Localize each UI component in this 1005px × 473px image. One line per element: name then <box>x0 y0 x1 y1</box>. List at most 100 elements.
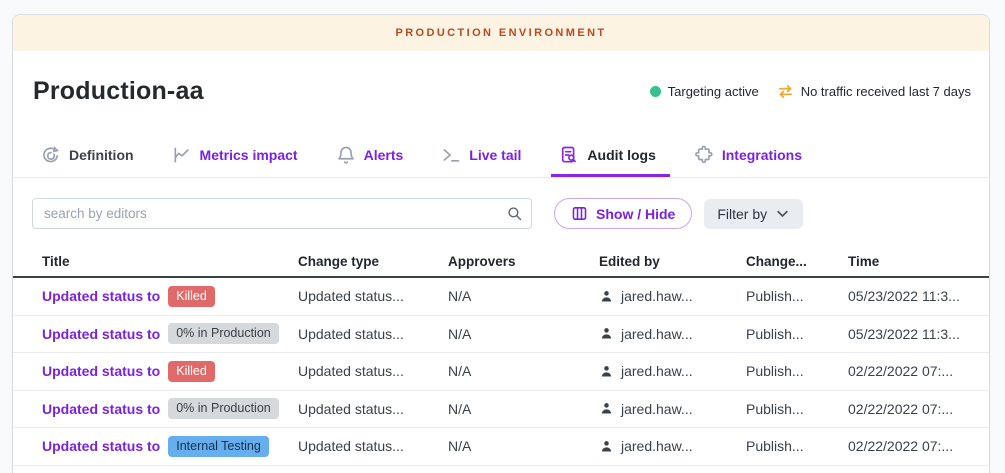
traffic-status-label: No traffic received last 7 days <box>801 84 971 99</box>
tab-bar: Definition Metrics impact Alerts Live ta… <box>13 132 989 178</box>
show-hide-columns-button[interactable]: Show / Hide <box>554 198 692 229</box>
tab-label: Definition <box>69 147 134 163</box>
title-cell: Updated status to Killed <box>42 361 298 382</box>
column-header-change-type: Change type <box>298 254 448 269</box>
status-badge: 0% in Production <box>168 398 279 419</box>
approvers-cell: N/A <box>448 363 599 379</box>
editor-name: jared.haw... <box>621 288 693 304</box>
audit-entry-link[interactable]: Updated status to <box>42 401 160 417</box>
environment-header: Production-aa Targeting active No traffi… <box>13 51 989 132</box>
audit-table-body: Updated status to Killed Updated status.… <box>13 278 989 466</box>
editor-name: jared.haw... <box>621 438 693 454</box>
editor-name: jared.haw... <box>621 363 693 379</box>
title-cell: Updated status to Internal Testing <box>42 436 298 457</box>
traffic-arrows-icon <box>777 83 794 100</box>
search-field-wrapper <box>32 198 532 229</box>
production-environment-banner: PRODUCTION ENVIRONMENT <box>13 15 989 51</box>
audit-entry-link[interactable]: Updated status to <box>42 363 160 379</box>
columns-icon <box>571 205 588 222</box>
table-row: Updated status to Killed Updated status.… <box>13 278 989 316</box>
person-icon <box>599 326 614 341</box>
targeting-active-dot-icon <box>650 86 661 97</box>
tab-alerts[interactable]: Alerts <box>336 132 404 177</box>
change-type-cell: Updated status... <box>298 363 448 379</box>
change-cell: Publish... <box>746 363 848 379</box>
editor-name: jared.haw... <box>621 401 693 417</box>
tab-label: Integrations <box>722 147 802 163</box>
search-input[interactable] <box>32 198 532 229</box>
column-header-change: Change... <box>746 254 848 269</box>
status-badge: Internal Testing <box>168 436 269 457</box>
audit-entry-link[interactable]: Updated status to <box>42 326 160 342</box>
metrics-chart-icon <box>172 145 192 165</box>
terminal-icon <box>441 145 461 165</box>
edited-by-cell: jared.haw... <box>599 288 746 304</box>
column-header-title: Title <box>42 254 298 269</box>
status-badge: 0% in Production <box>168 323 279 344</box>
editor-name: jared.haw... <box>621 326 693 342</box>
change-cell: Publish... <box>746 401 848 417</box>
toolbar: Show / Hide Filter by <box>32 198 971 229</box>
title-cell: Updated status to 0% in Production <box>42 398 298 419</box>
tab-label: Metrics impact <box>200 147 298 163</box>
column-header-edited-by: Edited by <box>599 254 746 269</box>
edited-by-cell: jared.haw... <box>599 401 746 417</box>
targeting-status: Targeting active <box>650 84 759 99</box>
column-header-approvers: Approvers <box>448 254 599 269</box>
tab-live-tail[interactable]: Live tail <box>441 132 521 177</box>
status-badge: Killed <box>168 361 215 382</box>
time-cell: 05/23/2022 11:3... <box>848 288 989 304</box>
audit-log-table: Title Change type Approvers Edited by Ch… <box>13 246 989 466</box>
status-indicators: Targeting active No traffic received las… <box>650 83 971 100</box>
bell-icon <box>336 145 356 165</box>
change-type-cell: Updated status... <box>298 401 448 417</box>
edited-by-cell: jared.haw... <box>599 326 746 342</box>
person-icon <box>599 401 614 416</box>
audit-log-document-icon <box>559 145 579 165</box>
tab-label: Live tail <box>469 147 521 163</box>
change-type-cell: Updated status... <box>298 326 448 342</box>
table-header-row: Title Change type Approvers Edited by Ch… <box>13 246 989 278</box>
show-hide-label: Show / Hide <box>596 206 675 222</box>
tab-integrations[interactable]: Integrations <box>694 132 802 177</box>
approvers-cell: N/A <box>448 288 599 304</box>
audit-entry-link[interactable]: Updated status to <box>42 288 160 304</box>
environment-card: PRODUCTION ENVIRONMENT Production-aa Tar… <box>12 14 990 473</box>
title-cell: Updated status to 0% in Production <box>42 323 298 344</box>
edited-by-cell: jared.haw... <box>599 363 746 379</box>
status-badge: Killed <box>168 286 215 307</box>
column-header-time: Time <box>848 254 989 269</box>
tab-label: Audit logs <box>587 147 655 163</box>
table-row: Updated status to 0% in Production Updat… <box>13 391 989 429</box>
approvers-cell: N/A <box>448 326 599 342</box>
approvers-cell: N/A <box>448 438 599 454</box>
table-row: Updated status to Killed Updated status.… <box>13 353 989 391</box>
time-cell: 02/22/2022 07:... <box>848 401 989 417</box>
filter-by-button[interactable]: Filter by <box>704 199 803 229</box>
tab-label: Alerts <box>364 147 404 163</box>
table-row: Updated status to Internal Testing Updat… <box>13 428 989 466</box>
filter-by-label: Filter by <box>717 206 767 222</box>
time-cell: 02/22/2022 07:... <box>848 438 989 454</box>
search-icon <box>506 205 523 222</box>
change-cell: Publish... <box>746 326 848 342</box>
audit-entry-link[interactable]: Updated status to <box>42 438 160 454</box>
table-row: Updated status to 0% in Production Updat… <box>13 316 989 354</box>
person-icon <box>599 439 614 454</box>
time-cell: 05/23/2022 11:3... <box>848 326 989 342</box>
time-cell: 02/22/2022 07:... <box>848 363 989 379</box>
change-cell: Publish... <box>746 438 848 454</box>
tab-definition[interactable]: Definition <box>41 132 134 177</box>
change-type-cell: Updated status... <box>298 438 448 454</box>
person-icon <box>599 364 614 379</box>
chevron-down-icon <box>775 206 790 221</box>
tab-audit-logs[interactable]: Audit logs <box>559 132 655 177</box>
tab-metrics-impact[interactable]: Metrics impact <box>172 132 298 177</box>
change-cell: Publish... <box>746 288 848 304</box>
edited-by-cell: jared.haw... <box>599 438 746 454</box>
change-type-cell: Updated status... <box>298 288 448 304</box>
targeting-status-label: Targeting active <box>668 84 759 99</box>
puzzle-icon <box>694 145 714 165</box>
traffic-status: No traffic received last 7 days <box>777 83 971 100</box>
page-title: Production-aa <box>33 77 204 106</box>
